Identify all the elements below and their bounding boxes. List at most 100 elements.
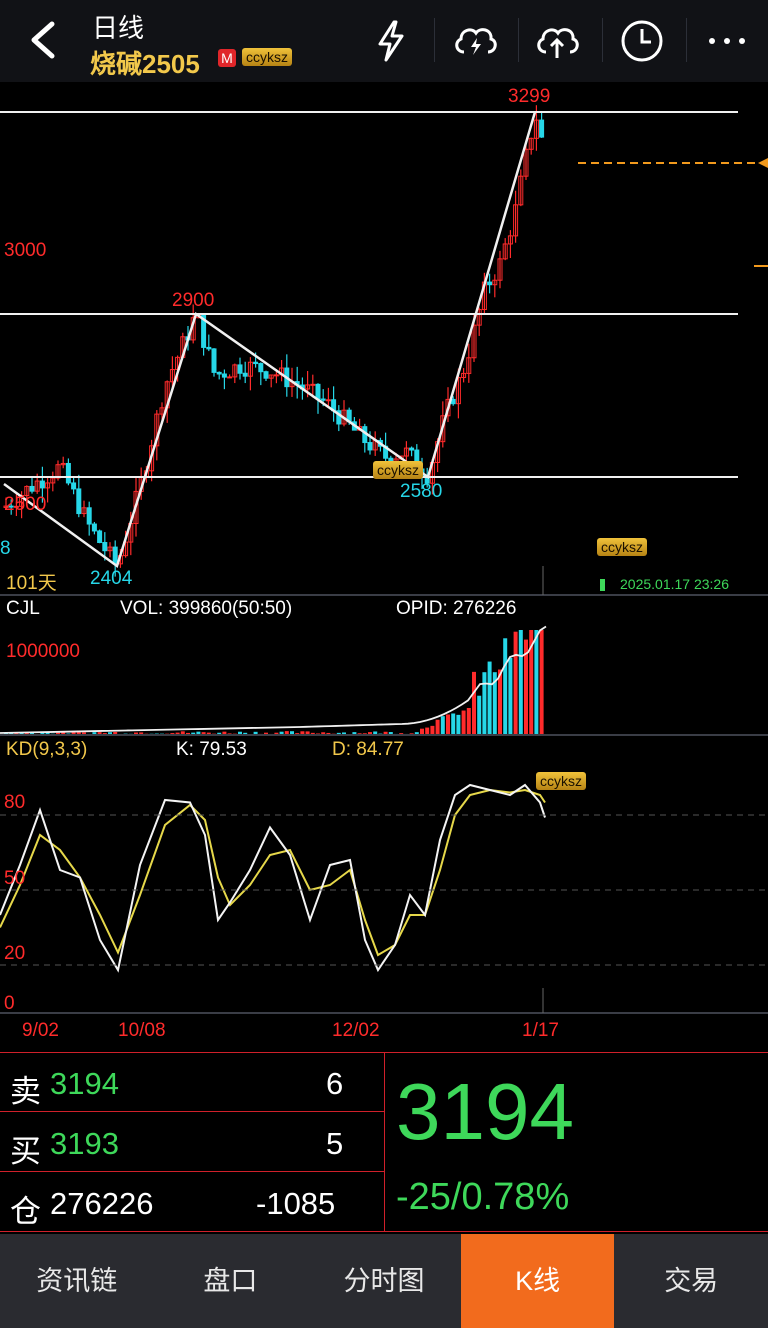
buy-qty: 5 — [326, 1126, 344, 1161]
volume-bar — [487, 661, 492, 735]
volume-bars — [0, 625, 547, 735]
open-interest-row: 仓 276226 -1085 — [0, 1172, 384, 1231]
low-price-label: 2580 — [400, 481, 443, 502]
trend-lines — [3, 111, 537, 569]
candle-body — [409, 447, 415, 451]
high-price-label: 3299 — [508, 86, 551, 107]
candle-body — [206, 346, 212, 350]
watermark: ccyksz — [373, 461, 423, 479]
volume-bar — [461, 710, 466, 735]
volume-bar — [508, 657, 513, 735]
candle-body — [258, 363, 264, 373]
candle-body — [325, 399, 331, 402]
volume-bar — [446, 714, 450, 735]
kd-panel-name: KD(9,3,3) — [6, 739, 88, 760]
oi-label: 仓 — [10, 1194, 41, 1229]
volume-bar — [503, 638, 508, 735]
open-interest-value: OPID: 276226 — [396, 598, 517, 619]
sell-label: 卖 — [10, 1074, 41, 1109]
candle-body — [253, 361, 259, 365]
watermark: ccyksz — [242, 48, 292, 66]
kd-level-label: 0 — [4, 993, 15, 1014]
more-icon[interactable] — [702, 16, 752, 66]
tab-kline[interactable]: K线 — [460, 1234, 615, 1328]
cloud-upload-icon[interactable] — [532, 16, 582, 66]
volume-panel-name: CJL — [6, 598, 40, 619]
quote-panel: 卖 3194 6 买 3193 5 仓 276226 -1085 — [0, 1052, 768, 1232]
kd-lines — [0, 783, 546, 973]
x-axis-label: 9/02 — [22, 1020, 59, 1041]
kd-level-label: 20 — [4, 943, 26, 964]
candle-body — [91, 523, 97, 532]
candlestick-series — [3, 105, 545, 577]
kd-level-label: 50 — [4, 868, 26, 889]
volume-bar — [440, 716, 445, 735]
instrument-name[interactable]: 烧碱2505 — [90, 44, 200, 81]
candle-body — [39, 480, 45, 489]
days-count-label: 101天 — [6, 573, 57, 594]
status-marker — [600, 579, 605, 591]
volume-bar — [477, 695, 482, 735]
volume-bar — [430, 725, 435, 735]
candle-body — [539, 119, 545, 138]
d-value: D: 84.77 — [332, 739, 404, 760]
volume-bar — [534, 630, 539, 735]
lightning-icon[interactable] — [366, 16, 416, 66]
volume-bar — [518, 630, 523, 735]
kd-level-label: 80 — [4, 792, 26, 813]
period-title: 日线 — [92, 13, 145, 43]
timestamp: 2025.01.17 23:26 — [620, 576, 729, 592]
volume-bar — [425, 727, 430, 735]
back-arrow-icon[interactable] — [22, 18, 66, 62]
y-axis-label: 2500 — [4, 494, 47, 515]
volume-bar — [472, 671, 476, 735]
buy-row[interactable]: 买 3193 5 — [0, 1112, 384, 1172]
x-axis-label: 1/17 — [522, 1020, 559, 1041]
volume-value: VOL: 399860(50:50) — [120, 598, 293, 619]
peak-price-label: 2900 — [172, 290, 215, 311]
candle-body — [242, 372, 248, 377]
buy-label: 买 — [10, 1134, 41, 1169]
last-price: 3194 — [396, 1067, 574, 1156]
candle-body — [237, 364, 243, 374]
price-change: -25/0.78% — [396, 1176, 570, 1218]
candle-body — [310, 383, 316, 386]
volume-bar — [513, 631, 518, 735]
tab-order-book[interactable]: 盘口 — [154, 1234, 308, 1328]
candle-body — [211, 348, 217, 373]
k-line — [0, 783, 546, 973]
candle-body — [97, 530, 103, 543]
candle-body — [227, 376, 233, 379]
y-axis-label: 3000 — [4, 240, 47, 261]
kline-chart[interactable] — [0, 82, 768, 1052]
volume-scale-label: 1000000 — [6, 641, 80, 662]
oi-change: -1085 — [256, 1186, 336, 1221]
candle-body — [263, 371, 269, 379]
trend-line — [3, 111, 537, 569]
candle-body — [65, 462, 71, 484]
tab-trade[interactable]: 交易 — [614, 1234, 768, 1328]
volume-bar — [451, 713, 456, 735]
tab-intraday[interactable]: 分时图 — [307, 1234, 461, 1328]
tab-news-chain[interactable]: 资讯链 — [0, 1234, 154, 1328]
cloud-lightning-icon[interactable] — [450, 16, 500, 66]
candle-body — [102, 541, 108, 552]
candle-body — [71, 482, 77, 490]
volume-bar — [466, 707, 471, 735]
volume-bar — [539, 630, 544, 735]
candle-body — [367, 442, 373, 451]
candle-body — [29, 485, 35, 492]
volume-bar — [456, 714, 461, 735]
sell-row[interactable]: 卖 3194 6 — [0, 1052, 384, 1112]
k-value: K: 79.53 — [176, 739, 247, 760]
watermark: ccyksz — [536, 772, 586, 790]
candle-body — [86, 507, 92, 525]
sell-price: 3194 — [50, 1066, 119, 1101]
main-contract-badge: M — [218, 49, 236, 67]
volume-bar — [498, 669, 502, 735]
oi-value: 276226 — [50, 1186, 154, 1221]
volume-bar — [435, 719, 440, 735]
candle-body — [112, 546, 118, 565]
clock-icon[interactable] — [617, 16, 667, 66]
bottom-tab-bar: 资讯链 盘口 分时图 K线 交易 — [0, 1234, 768, 1328]
